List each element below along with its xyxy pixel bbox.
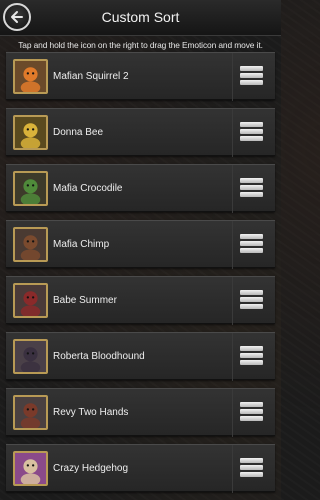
item-name: Mafia Chimp xyxy=(53,239,110,250)
item-name: Mafia Crocodile xyxy=(53,183,123,194)
drag-handle-icon[interactable] xyxy=(240,122,263,142)
item-name: Crazy Hedgehog xyxy=(53,463,129,474)
summer-emoticon-icon xyxy=(13,283,48,318)
divider xyxy=(232,221,233,269)
divider xyxy=(232,165,233,213)
list-item[interactable]: Roberta Bloodhound xyxy=(6,332,275,381)
item-name: Donna Bee xyxy=(53,127,104,138)
drag-handle-icon[interactable] xyxy=(240,66,263,86)
chimp-emoticon-icon xyxy=(13,227,48,262)
item-name: Mafian Squirrel 2 xyxy=(53,71,129,82)
crocodile-emoticon-icon xyxy=(13,171,48,206)
list-item[interactable]: Revy Two Hands xyxy=(6,388,275,437)
list-item[interactable]: Mafia Chimp xyxy=(6,220,275,269)
divider xyxy=(232,277,233,325)
bee-emoticon-icon xyxy=(13,115,48,150)
divider xyxy=(232,389,233,437)
drag-handle-icon[interactable] xyxy=(240,346,263,366)
list-item[interactable]: Donna Bee xyxy=(6,108,275,157)
drag-handle-icon[interactable] xyxy=(240,178,263,198)
drag-handle-icon[interactable] xyxy=(240,290,263,310)
drag-handle-icon[interactable] xyxy=(240,458,263,478)
bloodhound-emoticon-icon xyxy=(13,339,48,374)
drag-handle-icon[interactable] xyxy=(240,402,263,422)
divider xyxy=(232,53,233,101)
list-item[interactable]: Mafian Squirrel 2 xyxy=(6,52,275,101)
page-title: Custom Sort xyxy=(101,9,180,25)
revy-emoticon-icon xyxy=(13,395,48,430)
divider xyxy=(232,109,233,157)
drag-handle-icon[interactable] xyxy=(240,234,263,254)
list-item[interactable]: Mafia Crocodile xyxy=(6,164,275,213)
list-item[interactable]: Crazy Hedgehog xyxy=(6,444,275,493)
divider xyxy=(232,333,233,381)
divider xyxy=(232,445,233,493)
list-item[interactable]: Babe Summer xyxy=(6,276,275,325)
header-bar: Custom Sort xyxy=(0,0,281,36)
item-name: Revy Two Hands xyxy=(53,407,129,418)
item-name: Roberta Bloodhound xyxy=(53,351,145,362)
instructions-text: Tap and hold the icon on the right to dr… xyxy=(18,40,263,50)
squirrel-emoticon-icon xyxy=(13,59,48,94)
hedgehog-emoticon-icon xyxy=(13,451,48,486)
item-name: Babe Summer xyxy=(53,295,117,306)
